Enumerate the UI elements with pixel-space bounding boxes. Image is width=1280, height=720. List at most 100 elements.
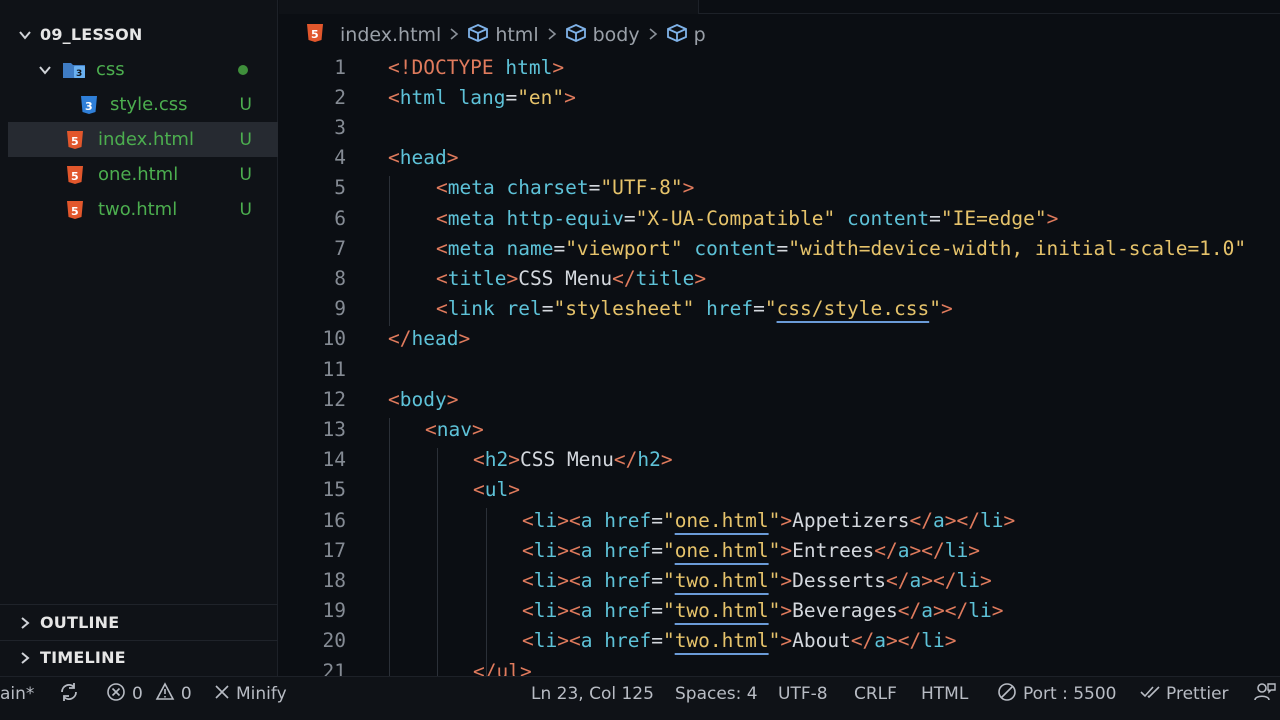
line-number: 6 (334, 206, 346, 230)
breadcrumb-item-body[interactable]: body (565, 23, 640, 48)
tag-name: li (979, 508, 1004, 532)
tag-name: a (580, 568, 593, 592)
tag-name: link (447, 296, 495, 320)
indentation-selector[interactable]: Spaces: 4 (675, 677, 758, 711)
minify-button[interactable]: Minify (214, 677, 287, 711)
tag-name: a (580, 598, 593, 622)
warning-count: 0 (180, 684, 192, 704)
menu-link-href[interactable]: two.html (675, 599, 769, 622)
indentation-label: Spaces: 4 (675, 684, 758, 704)
svg-text:5: 5 (71, 205, 79, 218)
menu-link-text: About (792, 628, 851, 652)
svg-text:5: 5 (311, 28, 319, 41)
line-number: 16 (322, 508, 346, 532)
cursor-position[interactable]: Ln 23, Col 125 (531, 677, 654, 711)
chevron-right-icon (449, 26, 459, 45)
timeline-section-header[interactable]: TIMELINE (0, 640, 278, 675)
menu-link-href[interactable]: one.html (675, 509, 769, 532)
tag-name: body (399, 387, 447, 411)
css-folder-icon: 3 (62, 60, 88, 80)
menu-link-href[interactable]: one.html (675, 539, 769, 562)
status-branch[interactable]: ain* (0, 677, 34, 711)
tag-name: a (933, 508, 945, 532)
attr-value: "width=device-width, initial-scale=1.0" (788, 236, 1247, 260)
menu-link-href[interactable]: two.html (675, 569, 769, 592)
html-file-icon: 5 (306, 23, 324, 48)
menu-link-text: Desserts (792, 568, 887, 592)
breadcrumb-label: html (495, 24, 539, 46)
breadcrumb-item-html[interactable]: html (467, 23, 539, 48)
tag-name: meta (447, 236, 495, 260)
file-label: one.html (98, 164, 179, 185)
untracked-badge: U (239, 199, 252, 220)
outline-section-header[interactable]: OUTLINE (0, 605, 278, 640)
line-number: 20 (322, 628, 346, 652)
attr-value: "X-UA-Compatible" (635, 206, 836, 230)
error-count: 0 (132, 684, 143, 704)
attr-name: href (706, 296, 754, 320)
tag-name: li (533, 508, 558, 532)
chevron-right-icon (547, 26, 557, 45)
tag-name: li (956, 568, 980, 592)
untracked-badge: U (239, 129, 252, 150)
line-number: 8 (334, 266, 346, 290)
file-link[interactable]: css/style.css (777, 297, 930, 320)
cursor-position-label: Ln 23, Col 125 (531, 684, 654, 704)
line-number: 18 (322, 568, 346, 592)
tag-name: html (505, 55, 553, 79)
line-number: 11 (322, 357, 346, 381)
breadcrumb-item-file[interactable]: 5 index.html (306, 23, 441, 48)
explorer-root-folder[interactable]: 09_LESSON (0, 17, 278, 52)
close-icon (214, 684, 230, 705)
html-file-icon: 5 (66, 130, 84, 150)
chevron-down-icon (18, 28, 32, 42)
file-one-html[interactable]: 5 one.html U (0, 157, 278, 192)
tag-name: a (580, 508, 593, 532)
folder-label: css (96, 59, 125, 80)
feedback-button[interactable] (1254, 677, 1276, 711)
branch-label: ain* (0, 684, 35, 704)
line-number: 3 (334, 115, 346, 139)
code-editor[interactable]: 1 2 3 4 5 6 7 8 9 10 11 12 13 14 15 16 1… (300, 52, 1280, 676)
file-index-html[interactable]: 5 index.html U (8, 122, 278, 157)
attr-name: lang (458, 85, 506, 109)
folder-css[interactable]: 3 css (0, 52, 278, 87)
css-file-icon: 3 (80, 95, 98, 115)
eol-label: CRLF (854, 684, 897, 704)
text-content: CSS Menu (518, 266, 613, 290)
menu-link-text: Entrees (792, 538, 875, 562)
breadcrumb: 5 index.html html body p (306, 20, 706, 50)
problems-indicator[interactable]: 0 0 (106, 677, 192, 711)
text-content: CSS Menu (519, 447, 614, 471)
editor-tab[interactable] (279, 0, 699, 14)
doctype-token: <!DOCTYPE (388, 55, 494, 79)
indent-guide (486, 508, 487, 676)
tag-name: a (897, 538, 910, 562)
svg-text:5: 5 (71, 170, 79, 183)
svg-text:3: 3 (85, 100, 93, 113)
line-number: 9 (334, 296, 346, 320)
language-selector[interactable]: HTML (921, 677, 968, 711)
breadcrumb-label: body (592, 24, 640, 46)
eol-selector[interactable]: CRLF (854, 677, 897, 711)
live-server-port[interactable]: Port : 5500 (997, 677, 1117, 711)
file-style-css[interactable]: 3 style.css U (0, 87, 278, 122)
encoding-label: UTF-8 (778, 684, 828, 704)
file-two-html[interactable]: 5 two.html U (0, 192, 278, 227)
attr-name: href (604, 628, 652, 652)
menu-link-href[interactable]: two.html (675, 629, 769, 652)
svg-text:5: 5 (71, 135, 79, 148)
sync-button[interactable] (58, 677, 80, 711)
tag-name: h2 (484, 447, 509, 471)
tag-name: meta (447, 175, 495, 199)
tag-name: meta (447, 206, 495, 230)
encoding-selector[interactable]: UTF-8 (778, 677, 828, 711)
line-number: 19 (322, 598, 346, 622)
tag-name: a (909, 568, 922, 592)
menu-link-text: Appetizers (792, 508, 910, 532)
attr-name: rel (506, 296, 542, 320)
prettier-status[interactable]: Prettier (1140, 677, 1229, 711)
breadcrumb-item-p[interactable]: p (666, 23, 706, 48)
root-folder-label: 09_LESSON (40, 25, 143, 44)
language-label: HTML (921, 684, 969, 704)
